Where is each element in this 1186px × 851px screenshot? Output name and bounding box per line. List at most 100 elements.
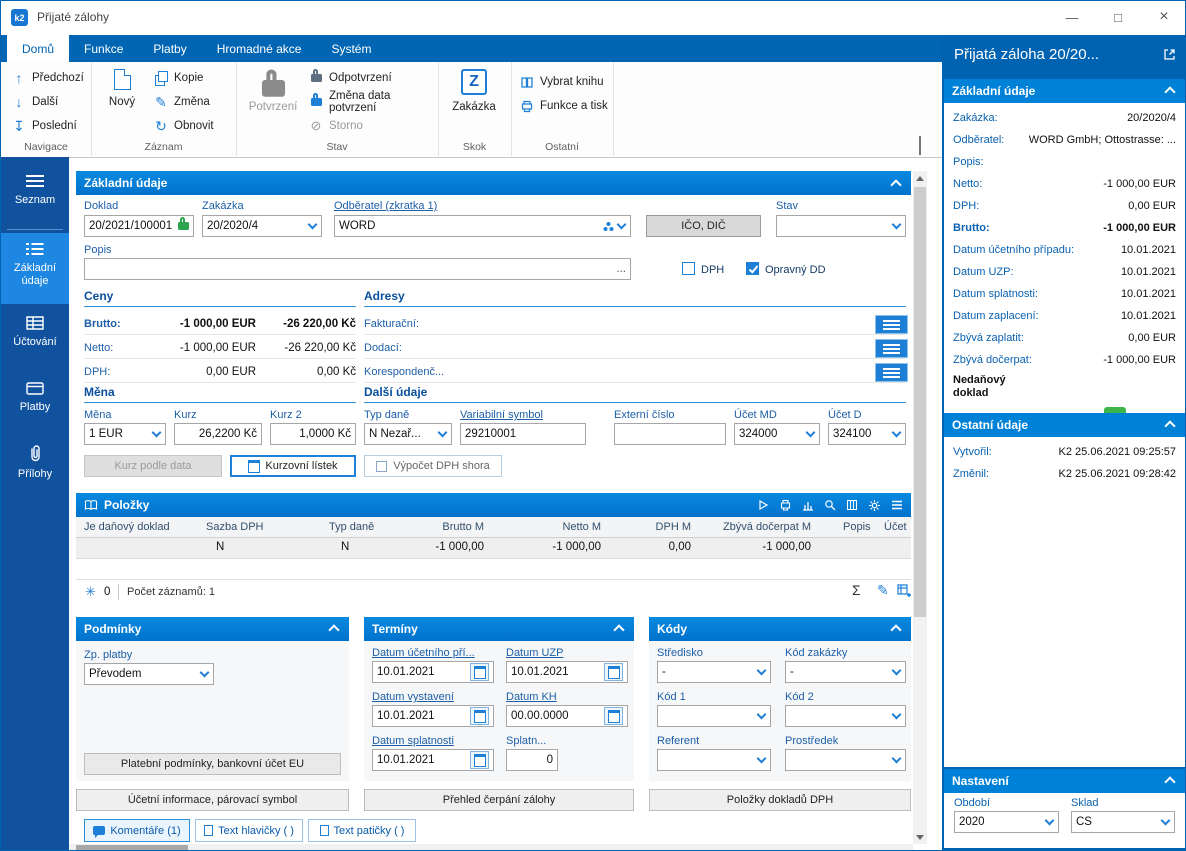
datum-uzp-label[interactable]: Datum UZP [506,647,563,659]
datum-ucetniho-field[interactable]: 10.01.2021 [372,661,494,683]
ico-dic-button[interactable]: IČO, DIČ [646,215,761,237]
column-header[interactable]: Brutto M [386,521,484,533]
minimize-button[interactable]: — [1049,1,1095,33]
splatnost-field[interactable]: 0 [506,749,558,771]
functions-print-button[interactable]: Funkce a tisk [519,96,608,116]
ribbon-tab-domu[interactable]: Domů [7,35,70,62]
next-record-button[interactable]: ↓ Další [11,92,59,112]
ellipsis-button[interactable]: ... [616,263,626,275]
popis-field[interactable]: ... [84,258,631,280]
ucet-d-combo[interactable]: 324100 [828,423,906,445]
ucet-md-combo[interactable]: 324000 [734,423,820,445]
ribbon-collapse-chevron[interactable] [919,136,921,156]
tab-text-hlavicky[interactable]: Text hlavičky ( ) [195,819,303,842]
select-book-button[interactable]: Vybrat knihu [519,72,604,92]
datum-kh-field[interactable]: 00.00.0000 [506,705,628,727]
kod2-combo[interactable] [785,705,906,727]
prehled-cerpani-button[interactable]: Přehled čerpání zálohy [364,789,634,811]
externi-cislo-input[interactable] [614,423,726,445]
section-header-zakladni-udaje[interactable]: Základní údaje [76,171,911,195]
polozky-dokladu-dph-button[interactable]: Položky dokladů DPH [649,789,911,811]
horizontal-scrollbar[interactable] [69,844,913,850]
datum-kh-label[interactable]: Datum KH [506,691,557,703]
odberatel-label[interactable]: Odběratel (zkratka 1) [334,200,437,212]
korespondencni-address-button[interactable] [875,363,908,382]
horizontal-scroll-thumb[interactable] [76,845,188,850]
ucetni-informace-button[interactable]: Účetní informace, párovací symbol [76,789,349,811]
calendar-button[interactable] [470,663,489,681]
tab-text-paticky[interactable]: Text patičky ( ) [308,819,416,842]
column-header[interactable]: Účet [884,521,907,533]
fakturacni-address-button[interactable] [875,315,908,334]
dodaci-address-button[interactable] [875,339,908,358]
search-icon[interactable] [824,499,836,511]
referent-combo[interactable] [657,749,771,771]
scroll-down-button[interactable] [913,830,927,844]
typ-dane-combo[interactable]: N Nezař... [364,423,452,445]
stav-combo[interactable] [776,215,906,237]
ribbon-tab-platby[interactable]: Platby [138,35,201,62]
print-icon[interactable] [779,499,792,511]
tab-komentare[interactable]: Komentáře (1) [84,819,190,842]
panel-section-nastaveni[interactable]: Nastavení [944,769,1185,793]
change-confirm-date-button[interactable]: Změna data potvrzení [308,90,438,114]
obdobi-combo[interactable]: 2020 [954,811,1059,833]
calendar-button[interactable] [470,751,489,769]
columns-icon[interactable] [846,499,858,511]
sidebar-item-platby[interactable]: Platby [1,373,69,434]
sklad-combo[interactable]: CS [1071,811,1175,833]
goto-zakazka-button[interactable]: Z Zakázka [446,69,502,113]
snowflake-icon[interactable]: ✳ [85,584,96,600]
sidebar-item-uctovani[interactable]: Účtování [1,307,69,372]
variabilni-symbol-label[interactable]: Variabilní symbol [460,409,543,421]
prostredek-combo[interactable] [785,749,906,771]
dph-checkbox[interactable] [682,262,695,275]
odberatel-combo[interactable]: WORD [334,215,631,237]
ribbon-tab-funkce[interactable]: Funkce [69,35,138,62]
previous-record-button[interactable]: ↑ Předchozí [11,68,84,88]
kody-header[interactable]: Kódy [649,617,911,641]
datum-uzp-field[interactable]: 10.01.2021 [506,661,628,683]
zakazka-combo[interactable]: 20/2020/4 [202,215,322,237]
stredisko-combo[interactable]: - [657,661,771,683]
kod1-combo[interactable] [657,705,771,727]
platebni-podminky-button[interactable]: Platební podmínky, bankovní účet EU [84,753,341,775]
kurzovni-listek-button[interactable]: Kurzovní lístek [230,455,356,477]
zp-platby-combo[interactable]: Převodem [84,663,214,685]
terminy-header[interactable]: Termíny [364,617,634,641]
close-button[interactable]: × [1141,1,1185,33]
refresh-record-button[interactable]: ↻ Obnovit [153,116,214,136]
calendar-button[interactable] [604,663,623,681]
column-header[interactable]: Popis [843,521,871,533]
column-header[interactable]: Netto M [501,521,601,533]
sum-icon[interactable]: Σ [852,582,861,598]
vypocet-dph-shora-toggle[interactable]: Výpočet DPH shora [364,455,502,477]
scroll-up-button[interactable] [913,171,927,185]
play-icon[interactable] [757,499,769,511]
maximize-button[interactable]: □ [1095,1,1141,33]
edit-record-button[interactable]: ✎ Změna [153,92,210,112]
datum-vystaveni-field[interactable]: 10.01.2021 [372,705,494,727]
column-header[interactable]: Zbývá dočerpat M [701,521,811,533]
panel-section-zakladni-udaje[interactable]: Základní údaje [944,79,1185,103]
ribbon-tab-system[interactable]: Systém [316,35,386,62]
kurz-podle-data-button[interactable]: Kurz podle data [84,455,222,477]
add-table-icon[interactable] [897,584,911,598]
opravny-dd-checkbox[interactable] [746,262,759,275]
column-header[interactable]: DPH M [611,521,691,533]
datum-ucetniho-label[interactable]: Datum účetního pří... [372,647,475,659]
calendar-button[interactable] [604,707,623,725]
sidebar-item-prilohy[interactable]: Přílohy [1,435,69,500]
edit-pencil-icon[interactable]: ✎ [877,582,889,599]
mena-combo[interactable]: 1 EUR [84,423,166,445]
chart-icon[interactable] [802,499,814,511]
menu-icon[interactable] [891,500,903,510]
kurz-input[interactable] [174,423,262,445]
confirm-button[interactable]: Potvrzení [244,69,302,113]
new-record-button[interactable]: Nový [99,69,145,108]
podminky-header[interactable]: Podmínky [76,617,349,641]
ribbon-tab-hromadne-akce[interactable]: Hromadné akce [202,35,317,62]
column-header[interactable]: Typ daně [329,521,374,533]
popout-icon[interactable] [1163,48,1176,61]
last-record-button[interactable]: ↧ Poslední [11,116,77,136]
